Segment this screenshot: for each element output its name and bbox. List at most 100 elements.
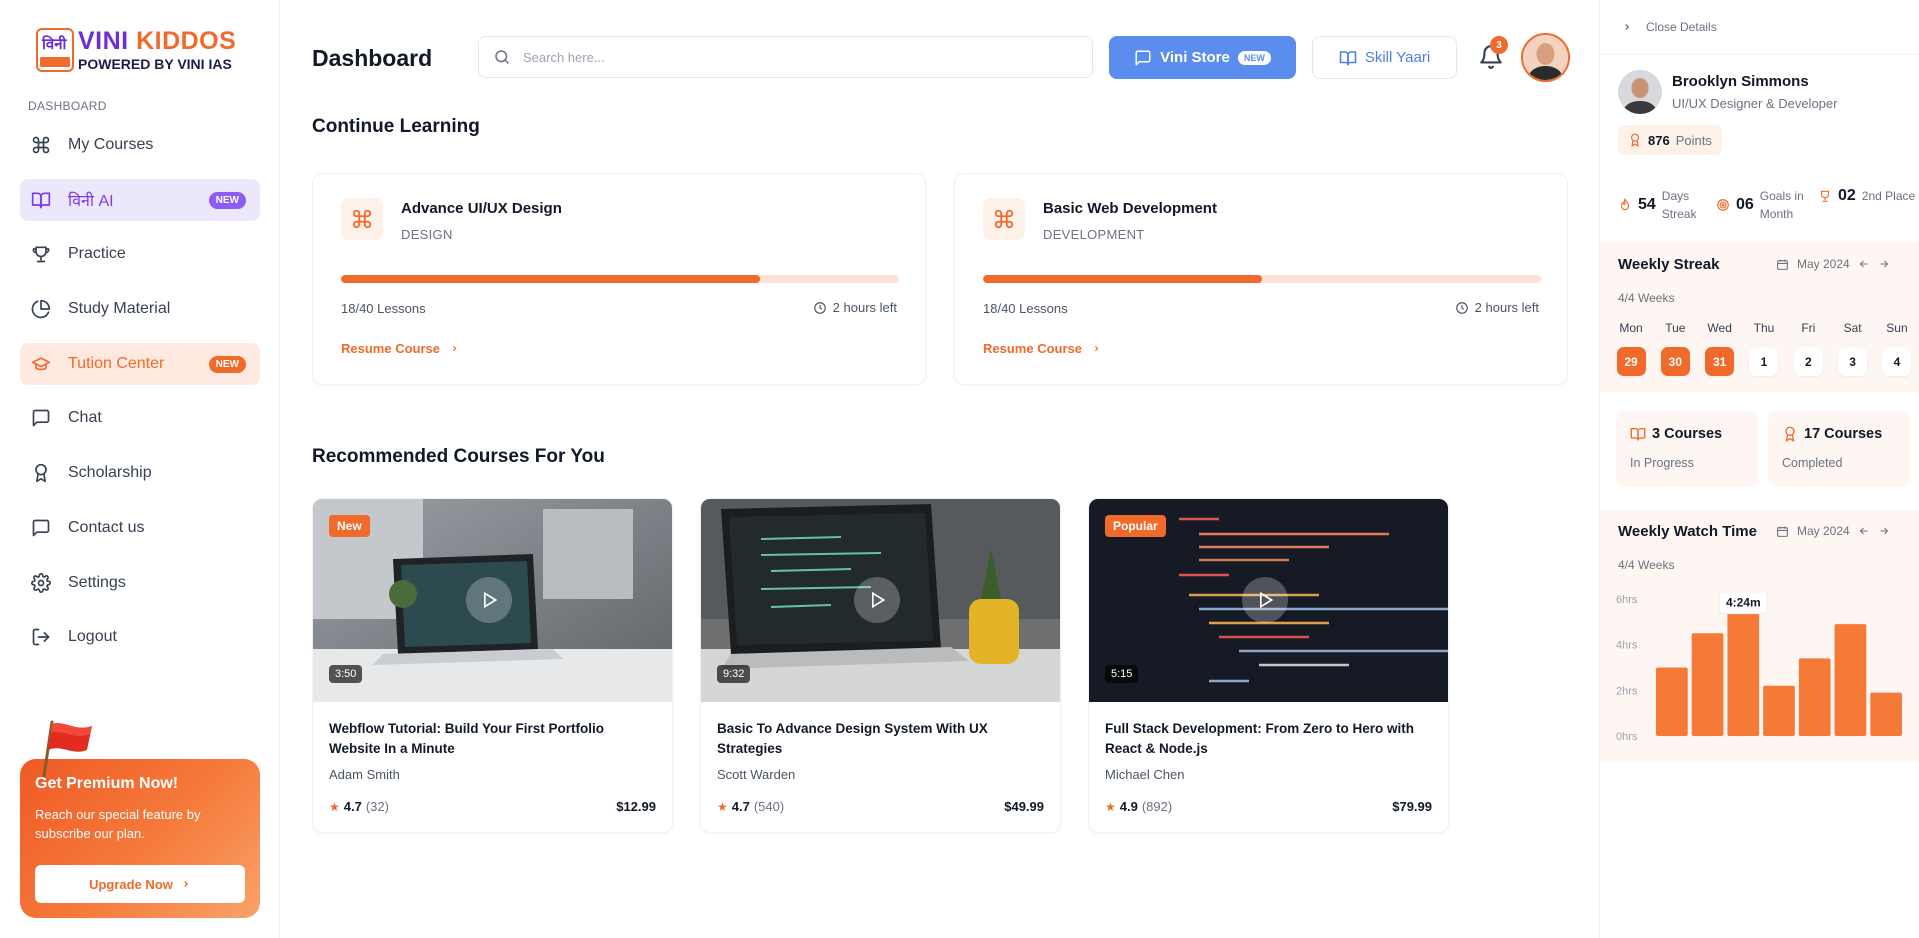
streak-day[interactable]: Fri 2 bbox=[1791, 321, 1825, 376]
arrow-left-icon[interactable] bbox=[1858, 258, 1870, 270]
course-author: Michael Chen bbox=[1105, 767, 1185, 782]
skill-yaari-label: Skill Yaari bbox=[1364, 49, 1431, 66]
resume-course-link[interactable]: Resume Course bbox=[341, 341, 459, 356]
profile-name: Brooklyn Simmons bbox=[1672, 73, 1809, 90]
streak-days: Mon 29 Tue 30 Wed 31 Thu 1 Fri 2 Sat 3 Sun 4 bbox=[1614, 321, 1914, 376]
video-duration: 3:50 bbox=[329, 665, 363, 683]
bar-wed[interactable] bbox=[1727, 603, 1760, 736]
close-details-button[interactable]: Close Details bbox=[1622, 20, 1717, 34]
search-input[interactable] bbox=[523, 49, 1063, 65]
course-rating: ★ 4.9 (892) bbox=[1105, 799, 1173, 814]
sidebar-item-label: Practice bbox=[68, 245, 126, 263]
course-category: DESIGN bbox=[401, 227, 453, 242]
sidebar-item-my-courses[interactable]: My Courses bbox=[20, 124, 260, 166]
chevron-right-icon bbox=[1625, 24, 1630, 30]
recommended-course-card[interactable]: Popular 5:15 Full Stack Development: Fro… bbox=[1088, 498, 1449, 833]
profile-role: UI/UX Designer & Developer bbox=[1672, 96, 1838, 111]
course-thumbnail[interactable]: Popular 5:15 bbox=[1089, 499, 1448, 702]
continue-learning-title: Continue Learning bbox=[312, 116, 480, 137]
clock-icon bbox=[1455, 301, 1468, 314]
user-avatar[interactable] bbox=[1521, 33, 1570, 82]
streak-day[interactable]: Thu 1 bbox=[1747, 321, 1781, 376]
sidebar-item-scholarship[interactable]: Scholarship bbox=[20, 452, 260, 494]
course-author: Scott Warden bbox=[717, 767, 796, 782]
recommended-course-card[interactable]: New 3:50 Webflow Tutorial: Build Your Fi… bbox=[312, 498, 673, 833]
skill-yaari-button[interactable]: Skill Yaari bbox=[1312, 36, 1457, 79]
sidebar-item-label: Tution Center bbox=[68, 354, 165, 372]
sidebar-item-contact-us[interactable]: Contact us bbox=[20, 507, 260, 549]
play-icon[interactable] bbox=[854, 577, 900, 623]
streak-day[interactable]: Sun 4 bbox=[1880, 321, 1914, 376]
course-thumbnail[interactable]: 9:32 bbox=[701, 499, 1060, 702]
streak-day[interactable]: Tue 30 bbox=[1658, 321, 1692, 376]
upgrade-now-button[interactable]: Upgrade Now bbox=[35, 865, 245, 903]
brand-name: VINI KIDDOS bbox=[78, 27, 237, 55]
bar-tue[interactable] bbox=[1691, 633, 1724, 736]
new-badge: NEW bbox=[1237, 50, 1271, 65]
y-tick-label: 6hrs bbox=[1616, 594, 1638, 606]
weekly-watch-title: Weekly Watch Time bbox=[1618, 523, 1757, 540]
sidebar-item-tution-center[interactable]: Tution Center NEW bbox=[20, 342, 260, 385]
clock-icon bbox=[813, 301, 826, 314]
course-thumbnail[interactable]: New 3:50 bbox=[313, 499, 672, 702]
search-bar[interactable] bbox=[478, 36, 1093, 78]
completed-card[interactable]: 17 Courses Completed bbox=[1768, 411, 1910, 487]
bar-fri[interactable] bbox=[1798, 658, 1831, 736]
course-progress-bar bbox=[983, 275, 1541, 283]
command-icon bbox=[983, 198, 1025, 240]
brand-logo[interactable]: विनी VINI KIDDOS POWERED BY VINI IAS bbox=[36, 28, 236, 72]
streak-day[interactable]: Mon 29 bbox=[1614, 321, 1648, 376]
sidebar: विनी VINI KIDDOS POWERED BY VINI IAS DAS… bbox=[0, 0, 280, 938]
in-progress-card[interactable]: 3 Courses In Progress bbox=[1616, 411, 1758, 487]
arrow-left-icon[interactable] bbox=[1858, 525, 1870, 537]
bar-sat[interactable] bbox=[1834, 624, 1867, 736]
streak-day[interactable]: Sat 3 bbox=[1836, 321, 1870, 376]
bar-sun[interactable] bbox=[1870, 692, 1902, 736]
course-rating: ★ 4.7 (540) bbox=[717, 799, 785, 814]
streak-month-picker[interactable]: May 2024 bbox=[1776, 257, 1890, 271]
command-icon bbox=[341, 198, 383, 240]
award-icon bbox=[1785, 426, 1795, 442]
course-title: Advance UI/UX Design bbox=[401, 200, 562, 217]
chevron-right-icon bbox=[452, 345, 457, 352]
course-title: Basic To Advance Design System With UX S… bbox=[717, 721, 988, 756]
course-time-left: 2 hours left bbox=[813, 300, 897, 315]
avatar-image bbox=[1523, 35, 1568, 80]
bar-thu[interactable] bbox=[1763, 685, 1795, 736]
sidebar-item-settings[interactable]: Settings bbox=[20, 562, 260, 604]
play-icon[interactable] bbox=[1242, 577, 1288, 623]
trophy-icon bbox=[1820, 190, 1830, 202]
sidebar-item-chat[interactable]: Chat bbox=[20, 397, 260, 439]
sidebar-item-label: Settings bbox=[68, 573, 126, 591]
trophy-icon bbox=[30, 243, 52, 265]
sidebar-item-vini-ai[interactable]: विनी AI NEW bbox=[20, 178, 260, 221]
sidebar-nav: My Courses विनी AI NEW Practice Study Ma… bbox=[20, 124, 260, 671]
chevron-right-icon bbox=[1094, 345, 1099, 352]
watch-weeks: 4/4 Weeks bbox=[1618, 558, 1675, 572]
sidebar-item-label: Scholarship bbox=[68, 464, 152, 482]
star-icon: ★ bbox=[1105, 799, 1116, 814]
sidebar-item-practice[interactable]: Practice bbox=[20, 233, 260, 275]
streak-day[interactable]: Wed 31 bbox=[1703, 321, 1737, 376]
recommended-course-card[interactable]: 9:32 Basic To Advance Design System With… bbox=[700, 498, 1061, 833]
bar-mon[interactable] bbox=[1656, 667, 1688, 737]
stat-days-streak: 54 Days Streak bbox=[1618, 187, 1720, 223]
sidebar-item-logout[interactable]: Logout bbox=[20, 616, 260, 658]
message-square-icon bbox=[1135, 50, 1151, 65]
premium-card: Get Premium Now! Reach our special featu… bbox=[20, 759, 260, 918]
arrow-right-icon[interactable] bbox=[1878, 525, 1890, 537]
course-lessons: 18/40 Lessons bbox=[341, 301, 426, 316]
calendar-icon bbox=[1777, 526, 1788, 537]
continue-course-card: Advance UI/UX Design DESIGN 18/40 Lesson… bbox=[312, 173, 926, 385]
arrow-right-icon[interactable] bbox=[1878, 258, 1890, 270]
streak-weeks: 4/4 Weeks bbox=[1618, 291, 1675, 305]
new-badge: NEW bbox=[208, 191, 246, 209]
weekly-streak-title: Weekly Streak bbox=[1618, 256, 1720, 273]
resume-course-link[interactable]: Resume Course bbox=[983, 341, 1101, 356]
play-icon[interactable] bbox=[466, 577, 512, 623]
course-category: DEVELOPMENT bbox=[1043, 227, 1145, 242]
vini-store-button[interactable]: Vini Store NEW bbox=[1109, 36, 1296, 79]
sidebar-item-study-material[interactable]: Study Material bbox=[20, 288, 260, 330]
watch-month-picker[interactable]: May 2024 bbox=[1776, 524, 1890, 538]
pie-chart-icon bbox=[30, 298, 52, 320]
